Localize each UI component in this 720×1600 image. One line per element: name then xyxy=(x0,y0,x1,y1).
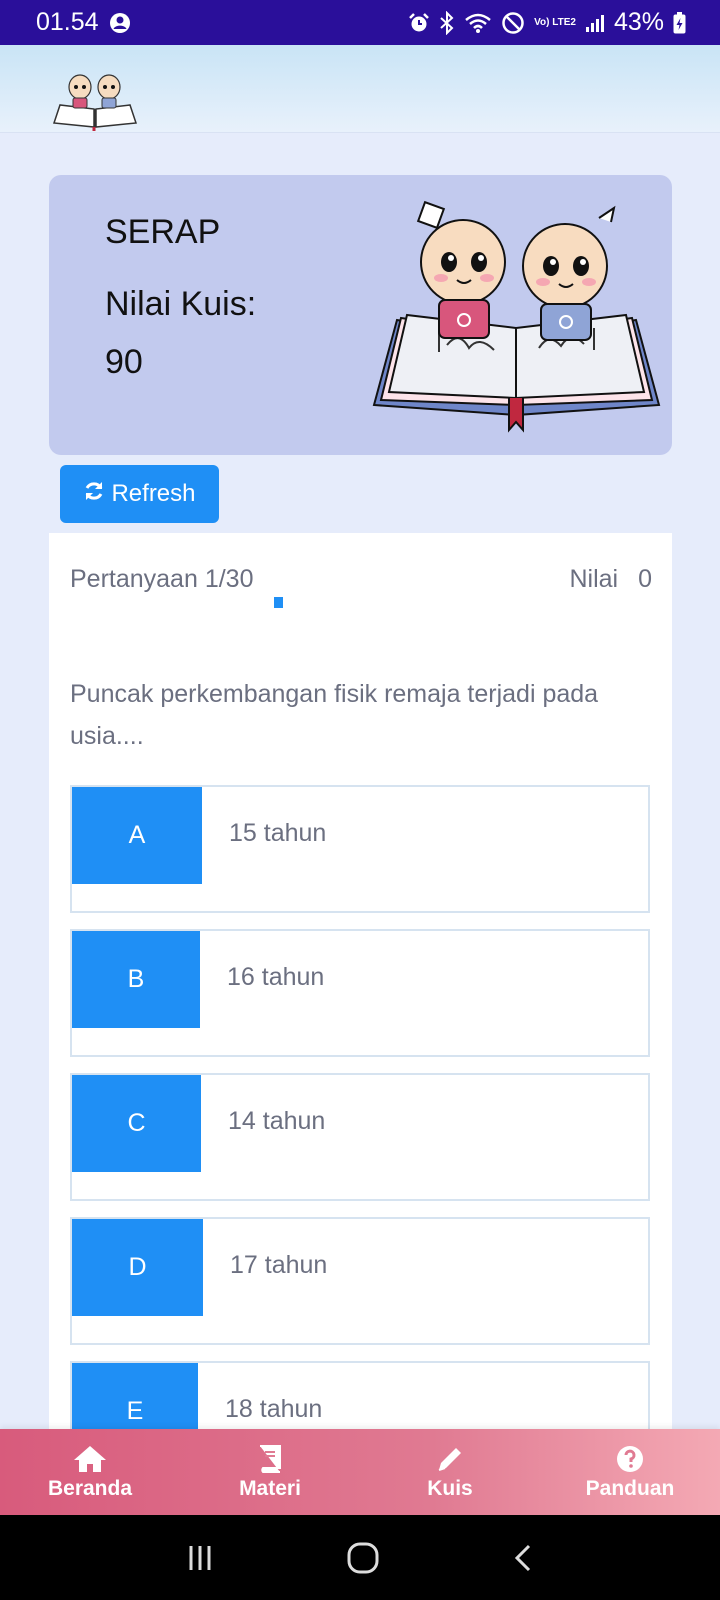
nav-item-beranda[interactable]: Beranda xyxy=(0,1429,180,1515)
answer-option-a[interactable]: A 15 tahun xyxy=(70,785,650,913)
network-label: Vo) LTE2 xyxy=(534,16,576,28)
nav-item-label: Beranda xyxy=(47,1476,133,1500)
signal-icon xyxy=(585,13,605,33)
battery-percent: 43% xyxy=(613,8,664,36)
question-progress: Pertanyaan 1/30 xyxy=(70,565,254,593)
battery-charging-icon xyxy=(673,11,686,34)
bluetooth-icon xyxy=(439,10,455,35)
answer-text: 15 tahun xyxy=(229,819,327,847)
current-score: Nilai 0 xyxy=(569,565,652,594)
answer-text: 14 tahun xyxy=(228,1107,326,1135)
nav-item-kuis[interactable]: Kuis xyxy=(360,1429,540,1515)
pencil-icon xyxy=(438,1447,461,1471)
book-icon xyxy=(260,1444,281,1473)
back-icon[interactable] xyxy=(511,1543,535,1573)
current-score-value: 0 xyxy=(638,565,652,593)
nav-item-label: Panduan xyxy=(585,1476,675,1500)
answer-option-c[interactable]: C 14 tahun xyxy=(70,1073,650,1201)
profile-score-card: SERAP Nilai Kuis: 90 xyxy=(49,175,672,455)
answer-letter: D xyxy=(72,1219,203,1316)
refresh-button[interactable]: Refresh xyxy=(60,465,219,523)
answer-text: 17 tahun xyxy=(230,1251,328,1279)
bottom-navigation: Beranda Materi Kuis Panduan xyxy=(0,1429,720,1515)
question-text: Puncak perkembangan fisik remaja terjadi… xyxy=(70,680,599,750)
account-icon xyxy=(109,12,131,34)
mascot-book-illustration xyxy=(372,200,661,433)
status-bar: 01.54 Vo) LTE2 43% xyxy=(0,0,720,45)
app-logo-icon[interactable] xyxy=(52,65,138,131)
do-not-disturb-icon xyxy=(501,11,525,35)
answer-option-d[interactable]: D 17 tahun xyxy=(70,1217,650,1345)
quiz-score-value: 90 xyxy=(105,343,143,381)
user-name: SERAP xyxy=(105,213,221,251)
quiz-score-label: Nilai Kuis: xyxy=(105,285,257,323)
wifi-icon xyxy=(464,12,492,34)
recent-apps-icon[interactable] xyxy=(185,1543,215,1573)
refresh-icon xyxy=(83,480,105,509)
answer-letter: A xyxy=(72,787,202,884)
nav-item-label: Kuis xyxy=(427,1476,473,1500)
app-header xyxy=(0,45,720,133)
answer-option-b[interactable]: B 16 tahun xyxy=(70,929,650,1057)
home-icon xyxy=(74,1445,106,1472)
help-icon xyxy=(617,1445,643,1472)
question-progress-bar xyxy=(274,597,283,608)
refresh-label: Refresh xyxy=(111,480,196,507)
nav-item-panduan[interactable]: Panduan xyxy=(540,1429,720,1515)
answer-text: 16 tahun xyxy=(227,963,325,991)
status-time: 01.54 xyxy=(36,8,99,36)
system-navigation-bar xyxy=(0,1515,720,1600)
nav-item-materi[interactable]: Materi xyxy=(180,1429,360,1515)
quiz-card: Pertanyaan 1/30 Nilai 0 Puncak perkemban… xyxy=(49,533,672,1489)
current-score-label: Nilai xyxy=(569,565,619,593)
answer-letter: B xyxy=(72,931,200,1028)
home-button-icon[interactable] xyxy=(346,1541,380,1575)
alarm-icon xyxy=(408,12,430,34)
answer-text: 18 tahun xyxy=(225,1395,323,1423)
nav-item-label: Materi xyxy=(239,1476,301,1500)
answer-letter: C xyxy=(72,1075,201,1172)
